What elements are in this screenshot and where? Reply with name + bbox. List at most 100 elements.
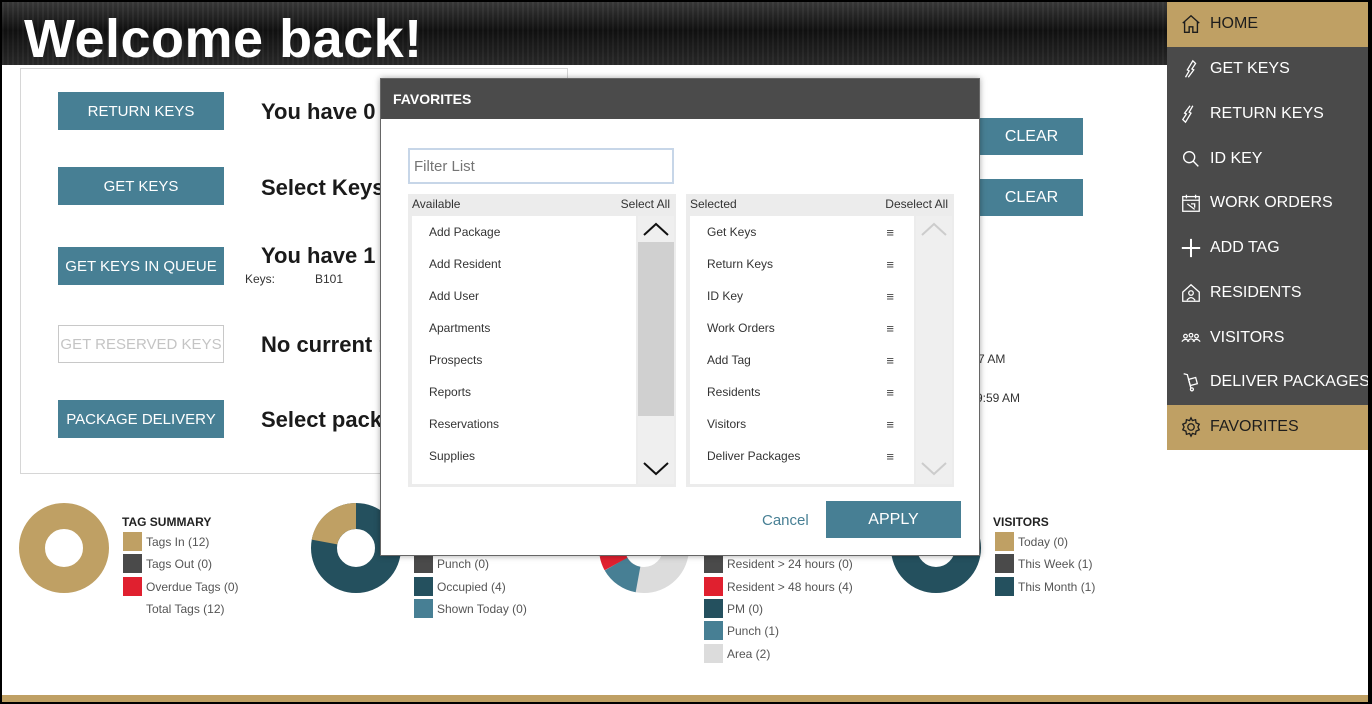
chevron-up-icon[interactable] xyxy=(642,220,670,238)
legend-item: Resident > 24 hours (0) xyxy=(704,554,853,573)
selected-list-item[interactable]: Visitors ≡ xyxy=(690,408,914,440)
legend-swatch xyxy=(123,599,142,618)
available-list-item[interactable]: Add User xyxy=(412,280,636,312)
deselect-all-link[interactable]: Deselect All xyxy=(885,197,948,211)
sidebar-item-id-key[interactable]: ID KEY xyxy=(1167,136,1368,181)
available-label: Available xyxy=(412,197,461,211)
queue-keys-label: Keys: xyxy=(245,272,276,286)
package-delivery-button[interactable]: PACKAGE DELIVERY xyxy=(58,400,224,438)
footer-bar xyxy=(2,695,1368,702)
sidebar-item-label: ADD TAG xyxy=(1210,239,1280,257)
chevron-down-icon[interactable] xyxy=(920,460,948,478)
selected-list-item[interactable]: Return Keys ≡ xyxy=(690,248,914,280)
select-all-link[interactable]: Select All xyxy=(621,197,670,211)
available-list-item[interactable]: Add Package xyxy=(412,216,636,248)
selected-item-label: Residents xyxy=(707,385,761,399)
sidebar-item-deliver-packages[interactable]: DELIVER PACKAGES xyxy=(1167,360,1368,405)
sidebar-item-label: ID KEY xyxy=(1210,149,1263,167)
selected-list-item[interactable]: ID Key ≡ xyxy=(690,280,914,312)
sidebar-item-visitors[interactable]: VISITORS xyxy=(1167,315,1368,360)
search-icon xyxy=(1179,147,1203,171)
selected-item-label: Deliver Packages xyxy=(707,449,801,463)
drag-handle-icon[interactable]: ≡ xyxy=(886,321,894,336)
reserved-status: No current re xyxy=(261,332,400,357)
selected-list-item[interactable]: Deliver Packages ≡ xyxy=(690,440,914,472)
legend-swatch xyxy=(704,577,723,596)
legend-swatch xyxy=(123,554,142,573)
legend-swatch xyxy=(414,599,433,618)
gear-icon xyxy=(1179,415,1203,439)
available-list-item[interactable]: Prospects xyxy=(412,344,636,376)
get-keys-in-queue-button[interactable]: GET KEYS IN QUEUE xyxy=(58,247,224,285)
drag-handle-icon[interactable]: ≡ xyxy=(886,289,894,304)
legend-item: Area (2) xyxy=(704,644,770,663)
legend-swatch xyxy=(123,532,142,551)
home-icon xyxy=(1179,12,1203,36)
chevron-down-icon[interactable] xyxy=(642,460,670,478)
legend-swatch xyxy=(704,621,723,640)
selected-label: Selected xyxy=(690,197,737,211)
selected-list-item[interactable]: Work Orders ≡ xyxy=(690,312,914,344)
tag-summary-chart xyxy=(19,503,109,593)
sidebar-item-work-orders[interactable]: WORK ORDERS xyxy=(1167,181,1368,226)
drag-handle-icon[interactable]: ≡ xyxy=(886,353,894,368)
return-keys-icon xyxy=(1179,102,1203,126)
punch-segment xyxy=(604,556,642,593)
legend-item: Resident > 48 hours (4) xyxy=(704,577,853,596)
chevron-up-icon[interactable] xyxy=(920,220,948,238)
selected-list-item[interactable]: Get Keys ≡ xyxy=(690,216,914,248)
legend-item: Occupied (4) xyxy=(414,577,506,596)
available-list-item[interactable]: Reservations xyxy=(412,408,636,440)
return-keys-button[interactable]: RETURN KEYS xyxy=(58,92,224,130)
drag-handle-icon[interactable]: ≡ xyxy=(886,385,894,400)
filter-input[interactable] xyxy=(408,148,674,184)
legend-item: This Week (1) xyxy=(995,554,1092,573)
selected-items: Get Keys ≡ Return Keys ≡ ID Key ≡ Work Orders ≡… xyxy=(690,216,914,484)
visitors-icon xyxy=(1179,326,1203,350)
scrollbar[interactable] xyxy=(638,216,674,484)
available-list-item[interactable]: Apartments xyxy=(412,312,636,344)
sidebar-item-favorites[interactable]: FAVORITES xyxy=(1167,404,1368,450)
legend-swatch xyxy=(995,577,1014,596)
sidebar-item-label: WORK ORDERS xyxy=(1210,194,1333,212)
get-reserved-keys-button[interactable]: GET RESERVED KEYS xyxy=(58,325,224,363)
scrollbar[interactable] xyxy=(916,216,952,484)
clear-button[interactable]: CLEAR xyxy=(980,118,1083,155)
legend-swatch xyxy=(414,577,433,596)
sidebar-item-add-tag[interactable]: ADD TAG xyxy=(1167,226,1368,271)
available-list-item[interactable]: Reports xyxy=(412,376,636,408)
available-list-item[interactable]: Supplies xyxy=(412,440,636,472)
sidebar-item-label: FAVORITES xyxy=(1210,418,1299,436)
sidebar-item-get-keys[interactable]: GET KEYS xyxy=(1167,47,1368,92)
legend-swatch xyxy=(704,554,723,573)
sidebar-item-label: HOME xyxy=(1210,15,1258,33)
sidebar-item-label: RETURN KEYS xyxy=(1210,104,1324,122)
selected-list-item[interactable]: Residents ≡ xyxy=(690,376,914,408)
drag-handle-icon[interactable]: ≡ xyxy=(886,257,894,272)
visitors-title: VISITORS xyxy=(993,515,1049,529)
sidebar-item-residents[interactable]: RESIDENTS xyxy=(1167,271,1368,316)
tags-in-segment xyxy=(19,503,109,593)
plus-icon xyxy=(1179,236,1203,260)
get-keys-button[interactable]: GET KEYS xyxy=(58,167,224,205)
selected-list: Selected Deselect All Get Keys ≡ Return Ke… xyxy=(686,194,954,487)
selected-list-item[interactable]: Add Tag ≡ xyxy=(690,344,914,376)
drag-handle-icon[interactable]: ≡ xyxy=(886,449,894,464)
available-list: Available Select All Add Package Add Resi… xyxy=(408,194,676,487)
other-segment xyxy=(311,502,357,546)
legend-item: Total Tags (12) xyxy=(123,599,225,618)
drag-handle-icon[interactable]: ≡ xyxy=(886,417,894,432)
time-text: 7 AM xyxy=(978,352,1006,366)
cancel-link[interactable]: Cancel xyxy=(762,512,809,529)
selected-item-label: Work Orders xyxy=(707,321,775,335)
sidebar-item-home[interactable]: HOME xyxy=(1167,2,1368,47)
legend-item: Punch (1) xyxy=(704,621,779,640)
sidebar-item-label: VISITORS xyxy=(1210,328,1285,346)
scrollbar-thumb[interactable] xyxy=(638,242,674,416)
legend-item: Today (0) xyxy=(995,532,1068,551)
sidebar-item-return-keys[interactable]: RETURN KEYS xyxy=(1167,92,1368,137)
clear-button[interactable]: CLEAR xyxy=(980,179,1083,216)
available-list-item[interactable]: Add Resident xyxy=(412,248,636,280)
drag-handle-icon[interactable]: ≡ xyxy=(886,225,894,240)
apply-button[interactable]: APPLY xyxy=(826,501,961,538)
